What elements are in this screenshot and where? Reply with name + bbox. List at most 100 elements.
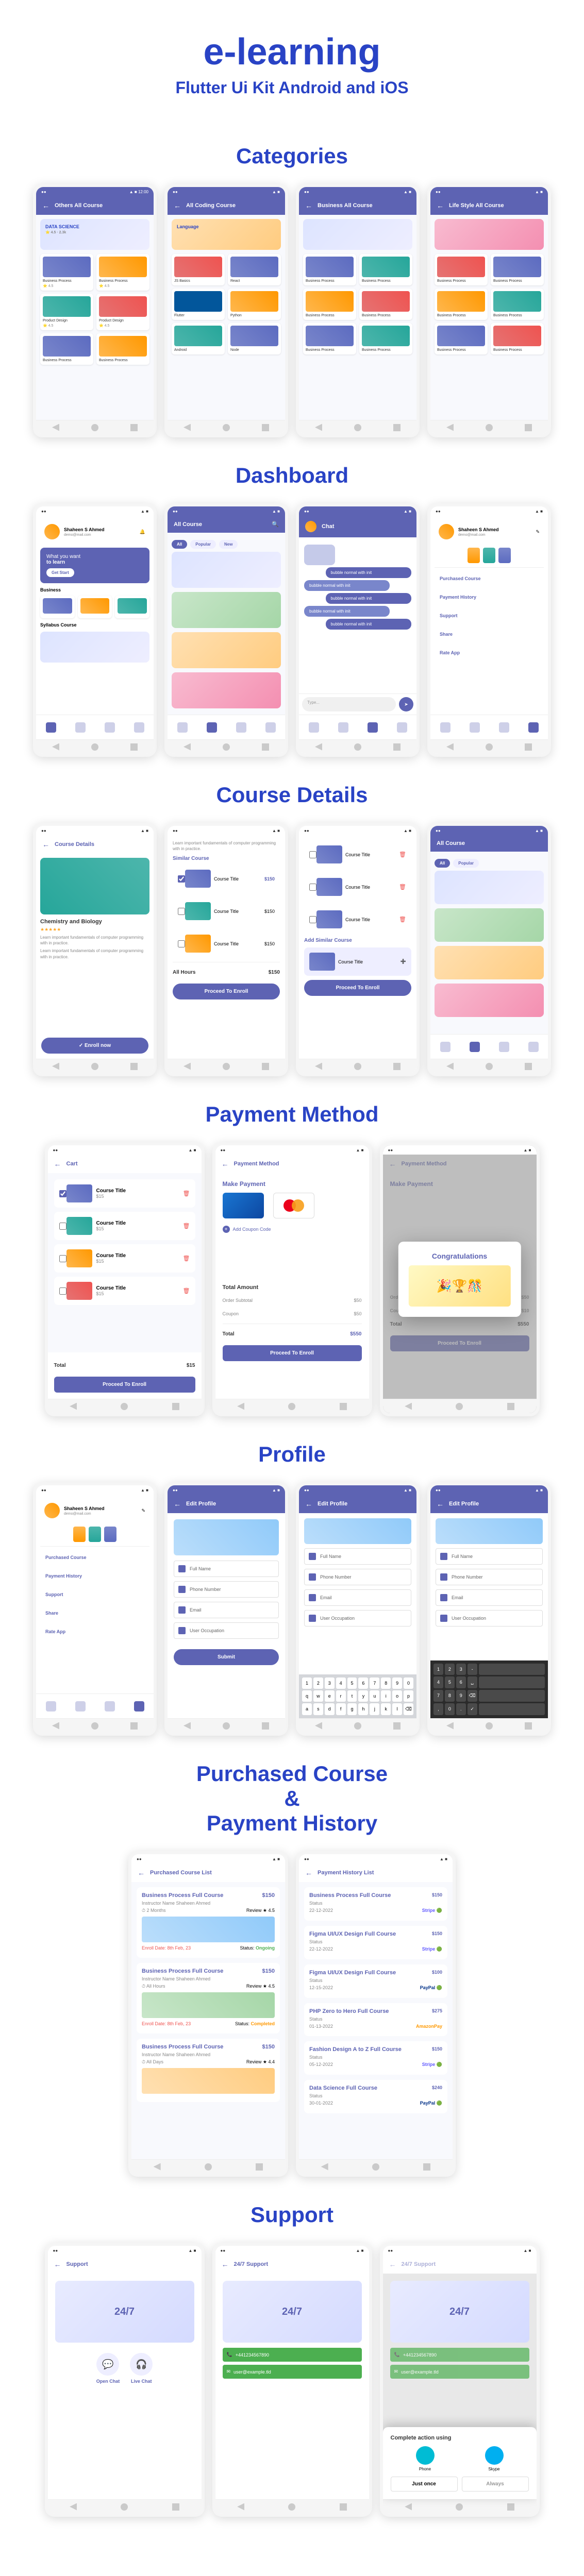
course-card[interactable]: Business Process bbox=[96, 333, 149, 365]
course-card[interactable]: JS Basics bbox=[172, 254, 225, 285]
add-icon[interactable]: ➕ bbox=[401, 959, 406, 964]
back-icon[interactable]: ← bbox=[222, 1160, 229, 1168]
category-chip[interactable] bbox=[78, 596, 112, 618]
back-icon[interactable]: ← bbox=[42, 840, 49, 849]
edit-icon[interactable]: ✎ bbox=[536, 529, 540, 535]
menu-rate[interactable]: Rate App bbox=[435, 645, 544, 660]
purchased-item[interactable]: Business Process Full Course$150 Instruc… bbox=[137, 2039, 280, 2102]
course-card[interactable]: React bbox=[228, 254, 281, 285]
tab-popular[interactable]: Popular bbox=[190, 540, 216, 549]
avatar-edit[interactable] bbox=[174, 1519, 279, 1555]
course-card[interactable]: Business Process bbox=[491, 323, 544, 354]
course-card[interactable]: Flutter bbox=[172, 289, 225, 320]
always-button[interactable]: Always bbox=[462, 2477, 529, 2492]
menu-support[interactable]: Support bbox=[435, 608, 544, 623]
tab-new[interactable]: New bbox=[219, 540, 238, 549]
course-card[interactable]: Android bbox=[172, 323, 225, 354]
course-card[interactable]: Business Process bbox=[359, 254, 412, 285]
menu-rate[interactable]: Rate App bbox=[40, 1624, 149, 1639]
submit-button[interactable]: Submit bbox=[174, 1649, 279, 1665]
delete-icon[interactable]: 🗑 bbox=[183, 1190, 190, 1197]
proceed-button[interactable]: Proceed To Enroll bbox=[304, 980, 411, 996]
course-card[interactable]: Business Process bbox=[359, 289, 412, 320]
menu-purchased[interactable]: Purchased Course bbox=[435, 571, 544, 586]
nav-profile-icon[interactable] bbox=[134, 722, 144, 733]
proceed-button[interactable]: Proceed To Enroll bbox=[173, 984, 280, 999]
banner[interactable] bbox=[435, 219, 544, 250]
keyboard[interactable]: 1234567890 qwertyuiop asdfghjkl⌫ bbox=[299, 1674, 416, 1718]
course-card[interactable]: Business Process bbox=[303, 289, 356, 320]
category-chip[interactable] bbox=[115, 596, 149, 618]
course-card[interactable]: Business Process bbox=[435, 323, 488, 354]
chat-input[interactable]: Type... bbox=[302, 697, 396, 711]
user-header[interactable]: Shaheen S Ahmeddemo@mail.com🔔 bbox=[40, 520, 149, 544]
payment-history-item[interactable]: Fashion Design A to Z Full Course$150Sta… bbox=[304, 2041, 447, 2075]
live-chat-button[interactable]: 🎧 Live Chat bbox=[130, 2353, 153, 2384]
banner[interactable]: DATA SCIENCE⭐ 4.5 · 2.3k bbox=[40, 219, 149, 250]
occupation-input[interactable]: User Occupation bbox=[174, 1622, 279, 1639]
menu-purchased[interactable]: Purchased Course bbox=[40, 1550, 149, 1565]
course-card[interactable]: Business Process bbox=[303, 323, 356, 354]
course-card[interactable]: Business Process bbox=[40, 333, 93, 365]
course-card[interactable]: Product Design⭐ 4.5 bbox=[40, 294, 93, 330]
course-card[interactable]: Python bbox=[228, 289, 281, 320]
back-icon[interactable]: ← bbox=[54, 1160, 61, 1168]
delete-icon[interactable]: 🗑 bbox=[399, 851, 406, 858]
back-icon[interactable]: ← bbox=[174, 1500, 181, 1508]
add-coupon-button[interactable]: +Add Coupon Code bbox=[223, 1226, 362, 1233]
payment-history-item[interactable]: Figma UI/UX Design Full Course$150Status… bbox=[304, 1926, 447, 1959]
category-chip[interactable] bbox=[40, 596, 75, 618]
back-icon[interactable]: ← bbox=[138, 1869, 145, 1877]
phone-app[interactable]: Phone bbox=[416, 2446, 435, 2471]
course-card[interactable]: Product Design⭐ 4.5 bbox=[96, 294, 149, 330]
mastercard[interactable] bbox=[273, 1193, 314, 1218]
course-card[interactable]: Business Process bbox=[435, 254, 488, 285]
payment-history-item[interactable]: Business Process Full Course$150Status22… bbox=[304, 1887, 447, 1921]
open-chat-button[interactable]: 💬 Open Chat bbox=[96, 2353, 120, 2384]
delete-icon[interactable]: 🗑 bbox=[399, 916, 406, 923]
purchased-item[interactable]: Business Process Full Course$150 Instruc… bbox=[137, 1963, 280, 2033]
search-icon[interactable]: 🔍 bbox=[272, 521, 279, 528]
course-card[interactable]: Business Process bbox=[435, 289, 488, 320]
proceed-button[interactable]: Proceed To Enroll bbox=[54, 1377, 195, 1393]
menu-support[interactable]: Support bbox=[40, 1587, 149, 1602]
email-button[interactable]: ✉user@example.tld bbox=[223, 2365, 362, 2379]
back-icon[interactable]: ← bbox=[305, 1869, 312, 1877]
payment-history-item[interactable]: Data Science Full Course$240Status30-01-… bbox=[304, 2080, 447, 2113]
bell-icon[interactable]: 🔔 bbox=[140, 529, 145, 535]
back-icon[interactable]: ← bbox=[305, 201, 312, 210]
tab-all[interactable]: All bbox=[172, 540, 187, 549]
payment-history-item[interactable]: PHP Zero to Hero Full Course$275Status01… bbox=[304, 2003, 447, 2036]
back-icon[interactable]: ← bbox=[174, 201, 181, 210]
phone-input[interactable]: Phone Number bbox=[174, 1581, 279, 1598]
similar-course[interactable]: Course Title$150 bbox=[173, 929, 280, 958]
banner[interactable] bbox=[303, 219, 412, 250]
proceed-button[interactable]: Proceed To Enroll bbox=[223, 1345, 362, 1361]
menu-payment-history[interactable]: Payment History bbox=[40, 1568, 149, 1584]
nav-courses-icon[interactable] bbox=[75, 722, 86, 733]
menu-share[interactable]: Share bbox=[435, 626, 544, 642]
menu-share[interactable]: Share bbox=[40, 1605, 149, 1621]
similar-course[interactable]: Course Title$150 bbox=[173, 897, 280, 925]
back-icon[interactable]: ← bbox=[54, 2260, 61, 2268]
payment-history-item[interactable]: Figma UI/UX Design Full Course$100Status… bbox=[304, 1964, 447, 1998]
course-card[interactable]: Business Process bbox=[491, 289, 544, 320]
edit-icon[interactable]: ✎ bbox=[141, 1508, 145, 1514]
fullname-input[interactable]: Full Name bbox=[174, 1561, 279, 1577]
credit-card[interactable] bbox=[223, 1193, 264, 1218]
course-card[interactable]: Business Process⭐ 4.5 bbox=[40, 254, 93, 291]
phone-button[interactable]: 📞+441234567890 bbox=[223, 2348, 362, 2362]
back-icon[interactable]: ← bbox=[222, 2260, 229, 2268]
enroll-button[interactable]: ✓ Enroll now bbox=[41, 1038, 148, 1054]
just-once-button[interactable]: Just once bbox=[391, 2477, 458, 2492]
nav-home-icon[interactable] bbox=[46, 722, 56, 733]
nav-chat-icon[interactable] bbox=[105, 722, 115, 733]
back-icon[interactable]: ← bbox=[437, 201, 444, 210]
keyboard-numeric[interactable]: 123- 456␣ 789⌫ ,0.✓ bbox=[430, 1660, 548, 1718]
purchased-item[interactable]: Business Process Full Course$150 Instruc… bbox=[137, 1887, 280, 1958]
back-icon[interactable]: ← bbox=[42, 201, 49, 210]
course-card[interactable]: Business Process bbox=[359, 323, 412, 354]
similar-course[interactable]: Course Title$150 bbox=[173, 865, 280, 893]
course-card[interactable]: Business Process⭐ 4.5 bbox=[96, 254, 149, 291]
delete-icon[interactable]: 🗑 bbox=[399, 884, 406, 890]
